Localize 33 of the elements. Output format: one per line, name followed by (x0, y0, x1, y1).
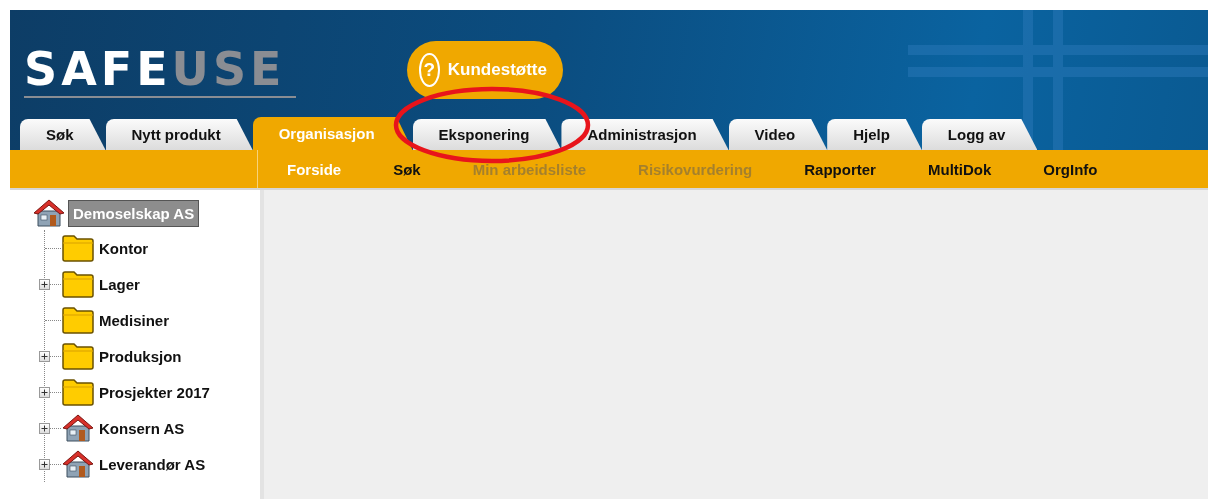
tree-item[interactable]: Lager (95, 271, 144, 297)
tree-item[interactable]: Medisiner (95, 307, 174, 333)
tab[interactable]: Eksponering (412, 119, 562, 150)
house-icon (32, 197, 66, 229)
logo: SAFE USE (24, 43, 296, 98)
folder-icon (61, 378, 95, 406)
folder-icon (61, 270, 95, 298)
help-icon: ? (419, 53, 440, 87)
house-icon (61, 448, 95, 480)
expand-icon[interactable] (39, 386, 50, 398)
tab[interactable]: Søk (20, 119, 106, 150)
tab[interactable]: Administrasjon (561, 119, 729, 150)
tab[interactable]: Video (728, 119, 828, 150)
expand-icon[interactable] (39, 422, 50, 434)
folder-icon (61, 234, 95, 262)
tree-item[interactable]: Leverandør AS (95, 451, 210, 477)
tab[interactable]: Logg av (921, 119, 1038, 150)
folder-icon (61, 306, 95, 334)
house-icon (61, 412, 95, 444)
expand-icon[interactable] (39, 278, 50, 290)
tree-item[interactable]: Konsern AS (95, 415, 189, 441)
tree-item[interactable]: Kontor (95, 235, 153, 261)
folder-icon (61, 342, 95, 370)
expand-icon[interactable] (39, 458, 50, 470)
subnav-link[interactable]: MultiDok (927, 160, 992, 178)
tab[interactable]: Nytt produkt (105, 119, 253, 150)
subnav-link[interactable]: OrgInfo (1043, 160, 1098, 178)
tree-item[interactable]: Produksjon (95, 343, 186, 369)
subnav-link[interactable]: Søk (393, 160, 421, 178)
subnav-link[interactable]: Rapporter (804, 160, 876, 178)
tab[interactable]: Hjelp (827, 119, 922, 150)
tree-item[interactable]: Prosjekter 2017 (95, 379, 214, 405)
expand-icon[interactable] (39, 350, 50, 362)
